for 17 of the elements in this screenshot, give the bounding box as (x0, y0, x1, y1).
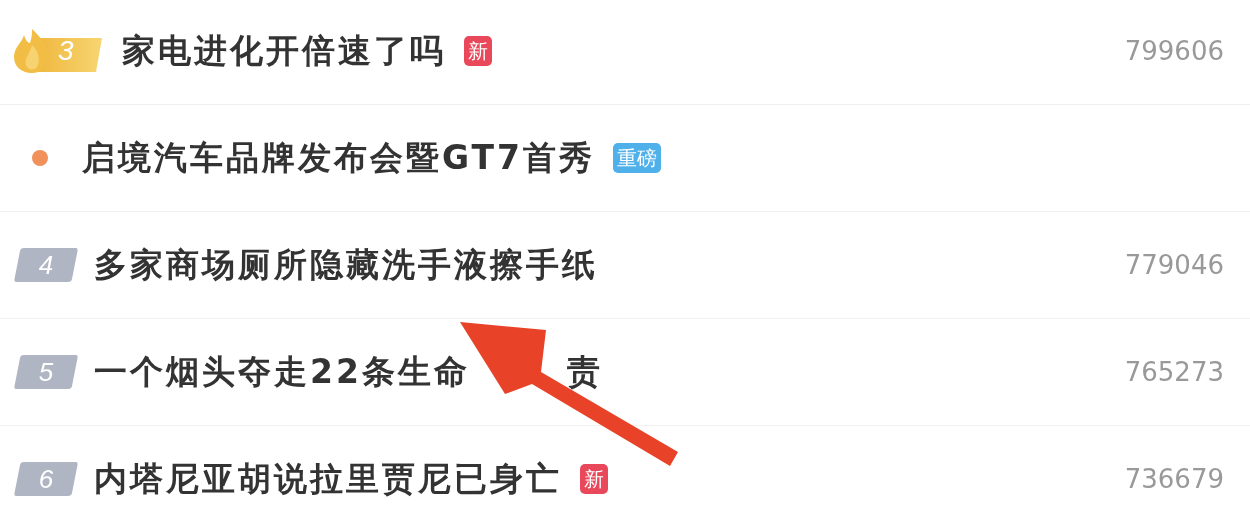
heat-count: 799606 (1124, 36, 1224, 66)
heat-count: 765273 (1124, 357, 1224, 387)
heat-count: 736679 (1124, 464, 1224, 494)
topic-title[interactable]: 多家商场厕所隐藏洗手液擦手纸 (94, 242, 598, 288)
topic-title[interactable]: 家电进化开倍速了吗 (122, 28, 446, 74)
rank-badge: 5 (14, 355, 78, 389)
rank-badge: 6 (14, 462, 78, 496)
topic-title[interactable]: 启境汽车品牌发布会暨GT7首秀 (82, 135, 595, 181)
topic-tag: 新 (464, 36, 492, 66)
topic-tag: 新 (580, 464, 608, 494)
topic-title[interactable]: 内塔尼亚胡说拉里贾尼已身亡 (94, 456, 562, 502)
topic-tag: 重磅 (613, 143, 661, 173)
rank-badge: 4 (14, 248, 78, 282)
topic-title[interactable]: 一个烟头夺走22条生命 (94, 349, 470, 395)
topic-title-end[interactable]: 责 (567, 349, 604, 395)
heat-count: 779046 (1124, 250, 1224, 280)
bullet-dot (32, 150, 48, 166)
